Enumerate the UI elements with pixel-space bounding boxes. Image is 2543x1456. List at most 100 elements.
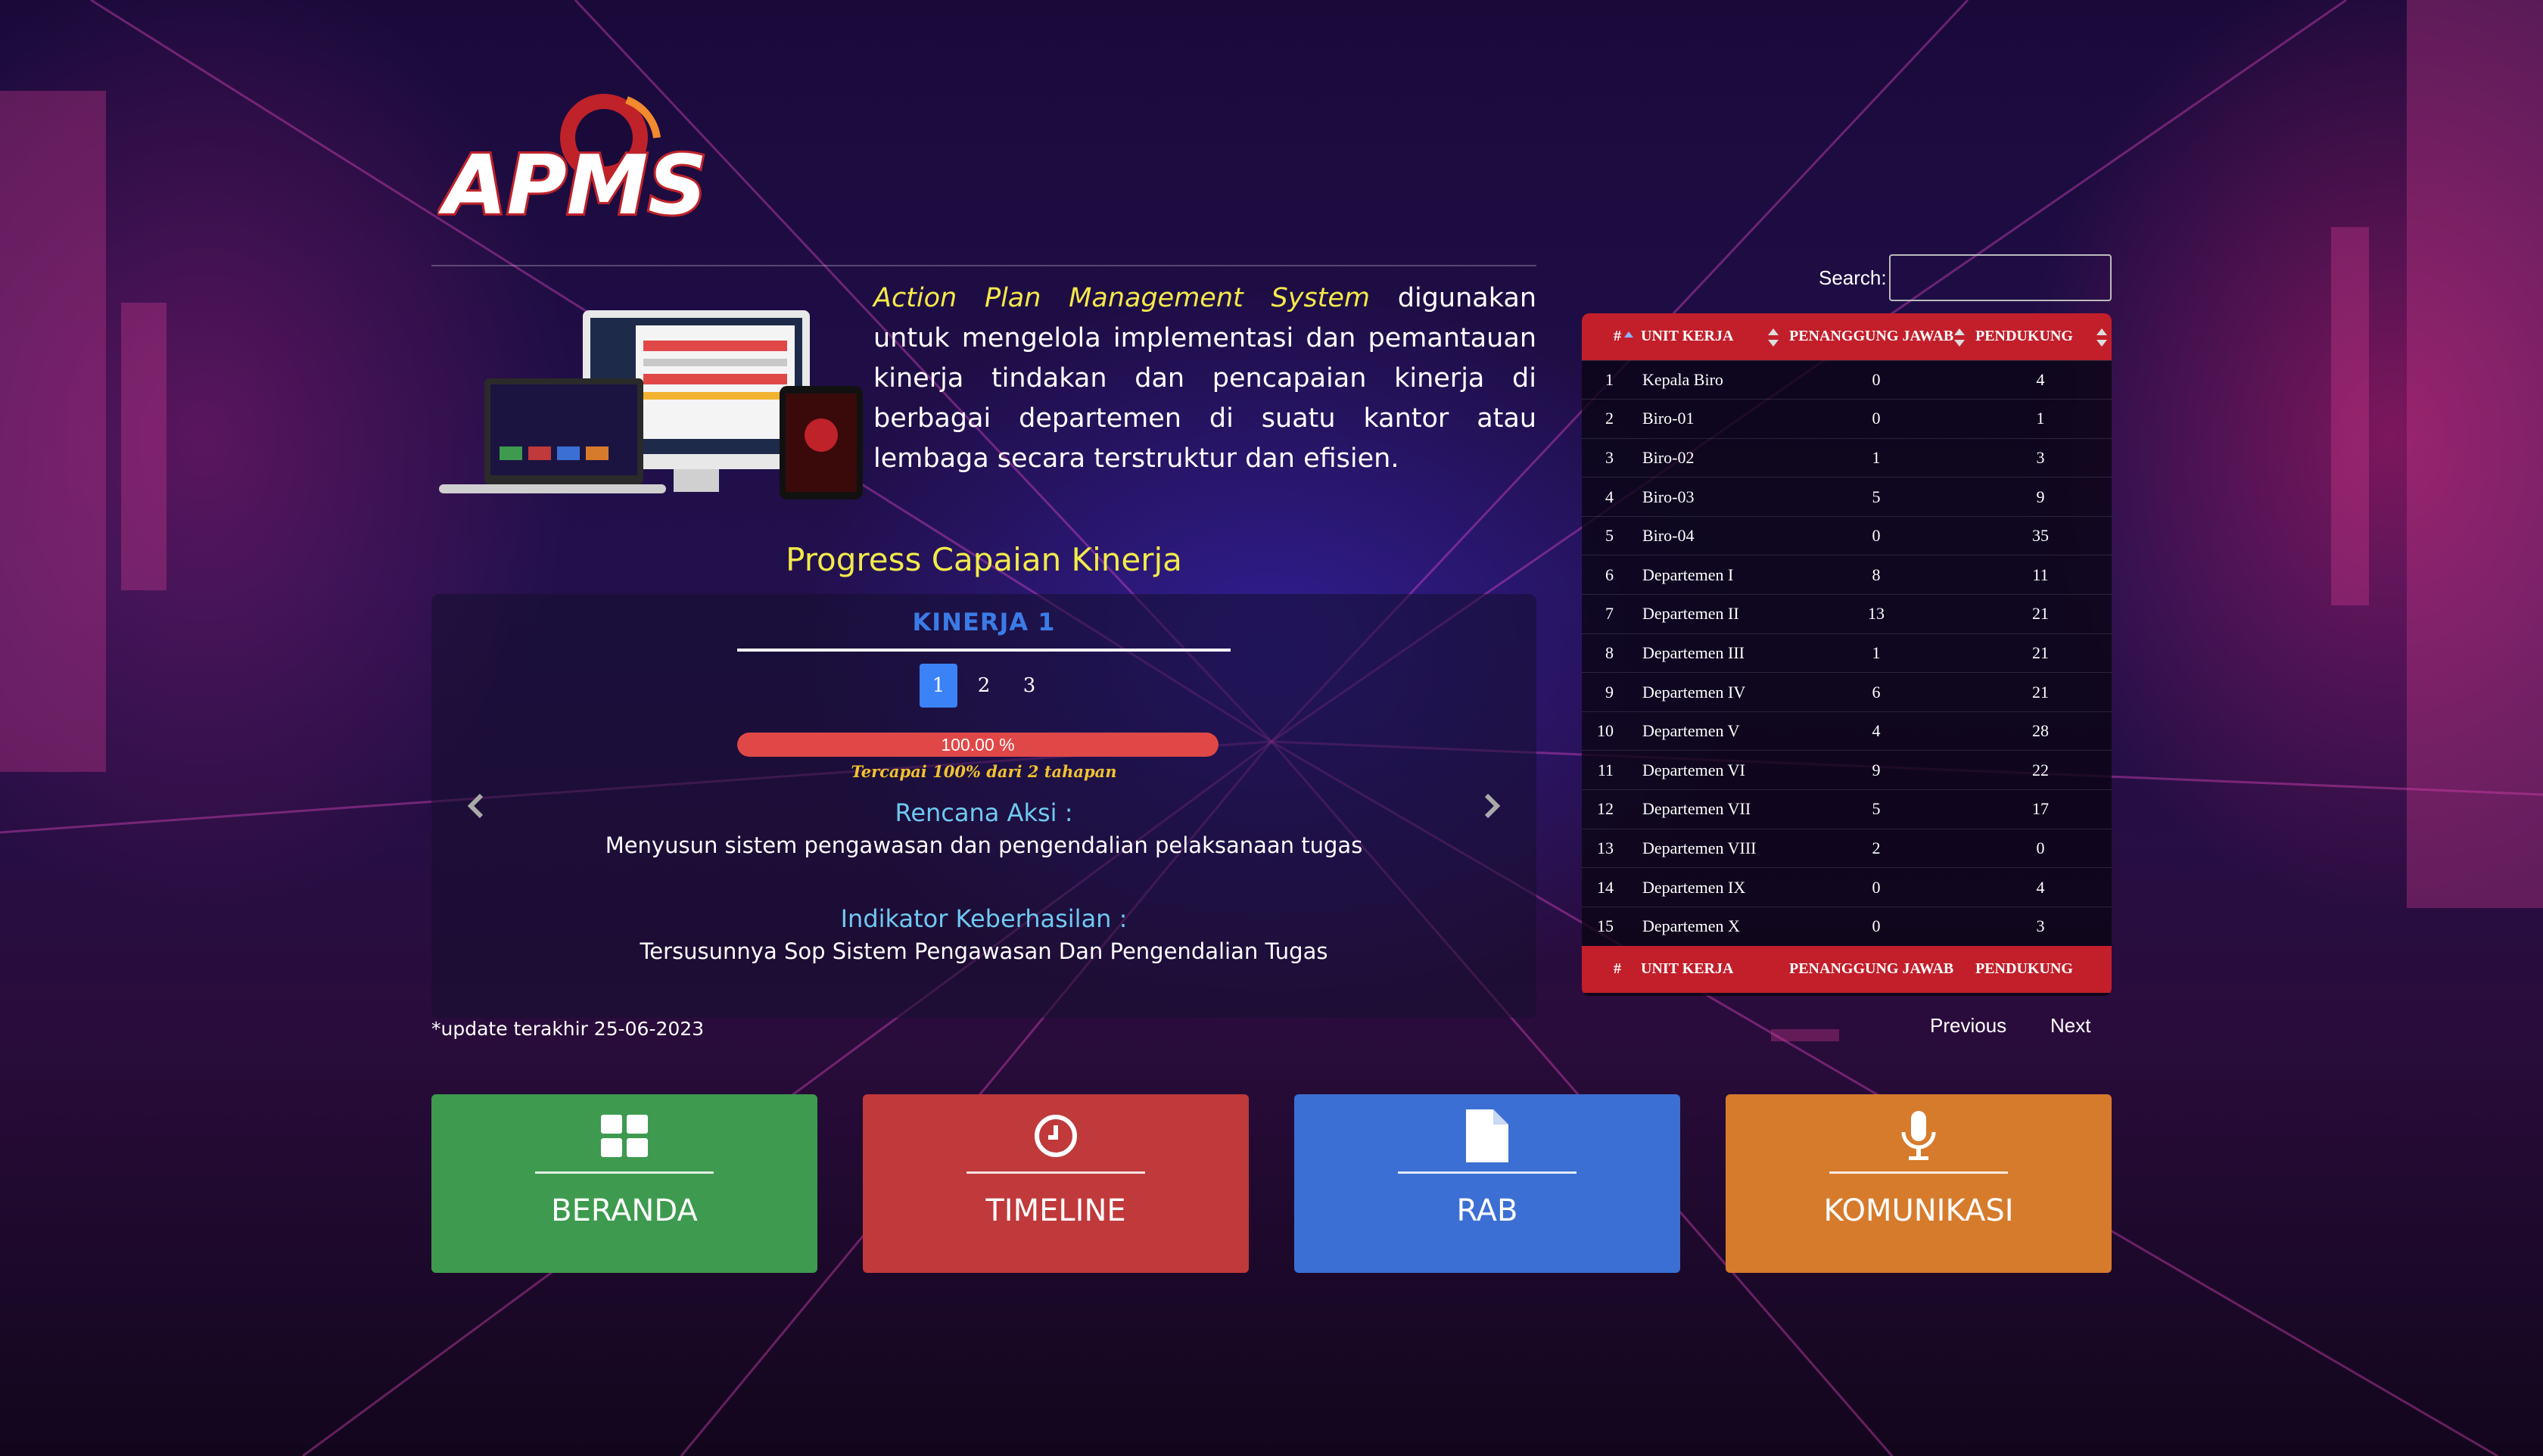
- table-row: 2 Biro-01 0 1: [1582, 399, 2112, 439]
- header-pd-label: PENDUKUNG: [1975, 328, 2073, 345]
- table-row: 1 Kepala Biro 0 4: [1582, 360, 2112, 400]
- nav-rab-label: RAB: [1456, 1193, 1518, 1228]
- row-no: 9: [1605, 682, 1614, 702]
- row-unit-kerja: Departemen IV: [1642, 682, 1746, 702]
- pager-page-1[interactable]: 1: [920, 664, 957, 708]
- row-no: 3: [1605, 447, 1614, 467]
- nav-timeline-label: TIMELINE: [985, 1193, 1126, 1228]
- row-no: 15: [1597, 916, 1614, 936]
- card-divider: [1398, 1171, 1577, 1174]
- footer-no: #: [1614, 960, 1621, 978]
- search-input[interactable]: [1889, 254, 2112, 301]
- clock-icon: [1029, 1109, 1082, 1162]
- row-no: 5: [1605, 526, 1614, 546]
- row-penanggung-jawab: 13: [1868, 604, 1885, 624]
- carousel-prev-button[interactable]: [454, 783, 500, 829]
- row-unit-kerja: Departemen X: [1642, 916, 1740, 936]
- table-row: 8 Departemen III 1 21: [1582, 633, 2112, 673]
- nav-timeline-button[interactable]: TIMELINE: [863, 1094, 1249, 1273]
- row-penanggung-jawab: 0: [1872, 369, 1881, 389]
- header-divider: [431, 265, 1536, 266]
- devices-illustration: [439, 310, 863, 499]
- row-no: 10: [1597, 721, 1614, 741]
- row-pendukung: 21: [2032, 642, 2049, 662]
- row-pendukung: 28: [2032, 721, 2049, 741]
- update-note: *update terakhir 25-06-2023: [431, 1018, 705, 1040]
- header-no-label: #: [1614, 328, 1621, 345]
- progress-bar: 100.00 %: [737, 733, 1219, 757]
- row-penanggung-jawab: 9: [1872, 760, 1881, 779]
- footer-unit-kerja: UNIT KERJA: [1641, 960, 1734, 978]
- table-row: 14 Departemen IX 0 4: [1582, 867, 2112, 907]
- table-row: 10 Departemen V 4 28: [1582, 711, 2112, 751]
- header-penanggung-jawab[interactable]: PENANGGUNG JAWAB: [1783, 313, 1969, 360]
- kinerja-title: KINERJA 1: [912, 608, 1056, 636]
- table-previous-button[interactable]: Previous: [1930, 1014, 2006, 1038]
- kinerja-pager: 1 2 3: [431, 664, 1536, 708]
- row-penanggung-jawab: 2: [1872, 838, 1881, 857]
- row-pendukung: 21: [2032, 682, 2049, 702]
- row-unit-kerja: Departemen VI: [1642, 760, 1745, 779]
- document-icon: [1461, 1109, 1514, 1162]
- header-pj-label: PENANGGUNG JAWAB: [1789, 328, 1954, 345]
- pager-page-3[interactable]: 3: [1010, 664, 1048, 708]
- row-pendukung: 4: [2036, 877, 2045, 897]
- apms-logo: APMS: [437, 94, 709, 229]
- row-penanggung-jawab: 0: [1872, 877, 1881, 897]
- sort-asc-icon: [1624, 331, 1633, 338]
- carousel-next-button[interactable]: [1468, 783, 1514, 829]
- header-unit-kerja[interactable]: UNIT KERJA: [1635, 313, 1783, 360]
- pager-page-2[interactable]: 2: [965, 664, 1003, 708]
- row-unit-kerja: Departemen I: [1642, 565, 1734, 584]
- search-label: Search:: [1819, 266, 1887, 289]
- header-pendukung[interactable]: PENDUKUNG: [1969, 313, 2112, 360]
- table-row: 9 Departemen IV 6 21: [1582, 672, 2112, 712]
- row-pendukung: 1: [2036, 409, 2045, 428]
- chevron-right-icon: [1484, 793, 1501, 819]
- row-penanggung-jawab: 6: [1872, 682, 1881, 702]
- row-unit-kerja: Biro-04: [1642, 526, 1695, 546]
- row-unit-kerja: Departemen VIII: [1642, 838, 1757, 857]
- table-row: 12 Departemen VII 5 17: [1582, 789, 2112, 829]
- row-unit-kerja: Biro-01: [1642, 409, 1695, 428]
- row-pendukung: 35: [2032, 526, 2049, 546]
- indikator-label: Indikator Keberhasilan :: [840, 904, 1128, 933]
- grid-icon: [598, 1109, 651, 1162]
- table-row: 13 Departemen VIII 2 0: [1582, 829, 2112, 868]
- table-row: 6 Departemen I 8 11: [1582, 555, 2112, 595]
- row-unit-kerja: Departemen III: [1642, 642, 1745, 662]
- nav-beranda-button[interactable]: BERANDA: [431, 1094, 817, 1273]
- row-penanggung-jawab: 0: [1872, 526, 1881, 546]
- kinerja-carousel: KINERJA 1 1 2 3 100.00 % Tercapai 100% d…: [431, 594, 1536, 1018]
- intro-text: Action Plan Management System digunakan …: [873, 278, 1536, 479]
- rencana-aksi-label: Rencana Aksi :: [895, 798, 1073, 827]
- row-penanggung-jawab: 1: [1872, 447, 1881, 467]
- row-unit-kerja: Departemen VII: [1642, 799, 1751, 819]
- header-no[interactable]: #: [1582, 313, 1635, 360]
- nav-komunikasi-button[interactable]: KOMUNIKASI: [1726, 1094, 2112, 1273]
- table-next-button[interactable]: Next: [2050, 1014, 2090, 1038]
- row-penanggung-jawab: 0: [1872, 916, 1881, 936]
- microphone-icon: [1892, 1109, 1945, 1162]
- table-row: 4 Biro-03 5 9: [1582, 477, 2112, 517]
- row-no: 7: [1605, 604, 1614, 624]
- svg-text:APMS: APMS: [437, 138, 707, 229]
- row-pendukung: 3: [2036, 916, 2045, 936]
- row-pendukung: 21: [2032, 604, 2049, 624]
- table-row: 7 Departemen II 13 21: [1582, 594, 2112, 634]
- row-unit-kerja: Biro-03: [1642, 487, 1695, 506]
- row-no: 13: [1597, 838, 1614, 857]
- progress-title: Progress Capaian Kinerja: [786, 541, 1182, 578]
- row-no: 6: [1605, 565, 1614, 584]
- footer-pendukung: PENDUKUNG: [1975, 960, 2073, 978]
- tercapai-text: Tercapai 100% dari 2 tahapan: [851, 762, 1117, 781]
- row-pendukung: 4: [2036, 369, 2045, 389]
- row-no: 11: [1597, 760, 1614, 779]
- chevron-left-icon: [467, 793, 484, 819]
- row-penanggung-jawab: 4: [1872, 721, 1881, 741]
- nav-rab-button[interactable]: RAB: [1294, 1094, 1680, 1273]
- table-row: 11 Departemen VI 9 22: [1582, 750, 2112, 790]
- row-pendukung: 22: [2032, 760, 2049, 779]
- card-divider: [535, 1171, 714, 1174]
- row-pendukung: 9: [2036, 487, 2045, 506]
